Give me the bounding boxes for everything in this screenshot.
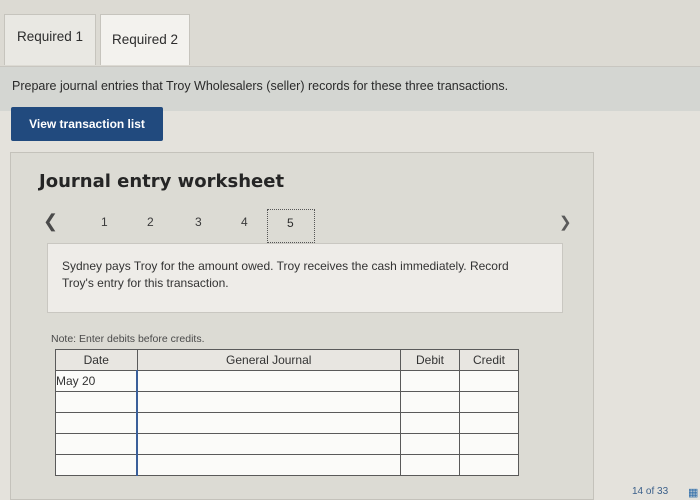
table-row: May 20 [55,370,519,392]
page-count: 14 of 33 [632,486,669,497]
journal-entry-worksheet: Journal entry worksheet ❮ 1 2 3 4 5 ❯ Sy… [10,152,594,500]
header-general-journal: General Journal [136,349,401,371]
page-1-link[interactable]: 1 [101,215,108,229]
journal-table-header: Date General Journal Debit Credit [55,349,519,371]
debit-cell[interactable] [400,391,460,413]
debit-cell[interactable] [400,370,460,392]
account-cell[interactable] [136,454,401,476]
header-date: Date [55,349,138,371]
chevron-right-icon[interactable]: ❯ [559,213,572,231]
tab-required-2[interactable]: Required 2 [100,14,190,65]
credit-cell[interactable] [459,454,519,476]
page-3-link[interactable]: 3 [195,215,202,229]
page-4-link[interactable]: 4 [241,215,248,229]
view-transaction-list-button[interactable]: View transaction list [11,107,163,141]
date-cell[interactable] [55,454,138,476]
instruction-text: Prepare journal entries that Troy Wholes… [12,79,509,93]
table-row [55,412,519,434]
page-5-label: 5 [287,216,294,230]
debit-cell[interactable] [400,433,460,455]
table-row [55,433,519,455]
credit-cell[interactable] [459,370,519,392]
page-2-link[interactable]: 2 [147,215,154,229]
grid-icon[interactable]: ▦ [688,486,698,499]
chevron-left-icon[interactable]: ❮ [43,211,58,232]
credit-cell[interactable] [459,412,519,434]
debit-cell[interactable] [400,454,460,476]
worksheet-pager: ❮ 1 2 3 4 5 ❯ [11,205,593,245]
debit-cell[interactable] [400,412,460,434]
date-cell[interactable] [55,391,138,413]
journal-table: Date General Journal Debit Credit May 20 [55,349,519,476]
account-cell[interactable] [136,391,401,413]
tab-bar: Required 1 Required 2 [0,0,700,66]
credit-cell[interactable] [459,433,519,455]
date-cell[interactable] [55,412,138,434]
page-5-active[interactable]: 5 [267,209,315,243]
header-credit: Credit [459,349,519,371]
header-debit: Debit [400,349,460,371]
worksheet-title: Journal entry worksheet [39,171,285,192]
instruction-bar: Prepare journal entries that Troy Wholes… [0,66,700,111]
account-cell[interactable] [136,433,401,455]
table-row [55,391,519,413]
date-cell[interactable]: May 20 [55,370,138,392]
credit-cell[interactable] [459,391,519,413]
table-row [55,454,519,476]
transaction-description-box: Sydney pays Troy for the amount owed. Tr… [47,243,563,313]
transaction-description: Sydney pays Troy for the amount owed. Tr… [62,259,509,290]
account-cell[interactable] [136,412,401,434]
account-cell[interactable] [136,370,401,392]
note-text: Note: Enter debits before credits. [51,333,205,345]
tab-required-1[interactable]: Required 1 [4,14,96,65]
date-cell[interactable] [55,433,138,455]
